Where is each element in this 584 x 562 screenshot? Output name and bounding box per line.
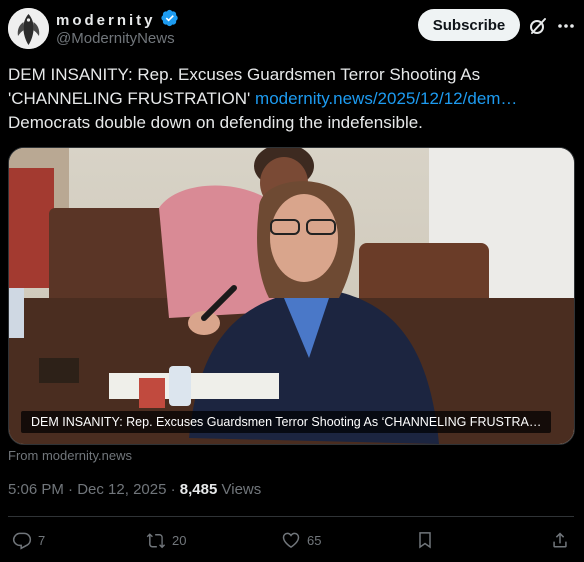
views-label: Views	[221, 481, 262, 498]
display-name[interactable]: modernity	[56, 12, 156, 29]
more-icon[interactable]	[556, 16, 576, 36]
repost-count: 20	[172, 532, 187, 548]
post-meta: 5:06 PM · Dec 12, 2025 · 8,485 Views	[8, 481, 261, 498]
avatar-bird-logo	[8, 8, 49, 49]
post-link[interactable]: modernity.news/2025/12/12/dem…	[255, 89, 517, 108]
repost-button[interactable]: 20	[146, 530, 186, 550]
avatar[interactable]	[8, 8, 49, 49]
action-bar: 7 20 65	[0, 530, 584, 552]
like-button[interactable]: 65	[281, 530, 321, 550]
share-button[interactable]	[550, 530, 570, 550]
post-text: DEM INSANITY: Rep. Excuses Guardsmen Ter…	[8, 63, 568, 135]
divider	[8, 516, 574, 517]
name-row: modernity	[56, 9, 179, 32]
video-caption: DEM INSANITY: Rep. Excuses Guardsmen Ter…	[21, 411, 552, 433]
heart-icon	[282, 532, 300, 548]
views-count: 8,485	[179, 481, 218, 498]
reply-count: 7	[38, 532, 46, 548]
reply-button[interactable]: 7	[12, 530, 45, 550]
bookmark-button[interactable]	[415, 530, 435, 550]
video-frame	[9, 148, 574, 444]
subscribe-button[interactable]: Subscribe	[418, 9, 520, 41]
handle[interactable]: @ModernityNews	[56, 30, 175, 47]
bookmark-icon	[419, 532, 431, 549]
meta-separator: ·	[170, 481, 180, 498]
post-text-line2: Democrats double down on defending the i…	[8, 113, 423, 132]
verified-badge-icon	[160, 9, 179, 32]
meta-separator: ·	[68, 481, 78, 498]
post-date[interactable]: Dec 12, 2025	[77, 481, 166, 498]
repost-icon	[146, 533, 166, 549]
tweet: modernity @ModernityNews Subscribe DEM I…	[0, 0, 584, 562]
like-count: 65	[307, 532, 322, 548]
link-source[interactable]: From modernity.news	[8, 448, 132, 463]
video-player[interactable]: DEM INSANITY: Rep. Excuses Guardsmen Ter…	[8, 147, 575, 445]
post-time[interactable]: 5:06 PM	[8, 481, 64, 498]
share-icon	[553, 532, 567, 548]
reply-icon	[12, 532, 32, 550]
grok-icon[interactable]	[528, 16, 548, 36]
